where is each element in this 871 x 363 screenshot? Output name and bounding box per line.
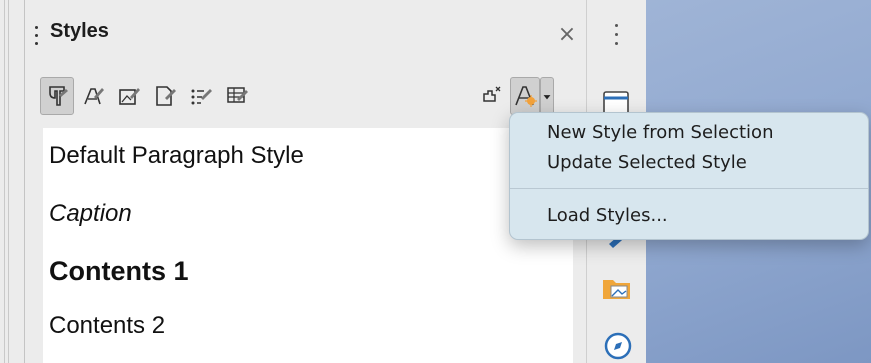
fill-format-mode-button[interactable] (474, 77, 508, 115)
paragraph-styles-button[interactable] (40, 77, 74, 115)
panel-divider (24, 0, 25, 363)
page-styles-icon (156, 86, 176, 106)
close-button[interactable]: × (556, 24, 578, 46)
menu-item-update-selected-style[interactable]: Update Selected Style (547, 152, 747, 173)
navigator-icon[interactable] (601, 329, 635, 363)
list-item[interactable]: Contents 1 (49, 256, 189, 287)
list-styles-button[interactable] (184, 77, 218, 115)
list-styles-icon (191, 89, 212, 105)
edge-line (8, 0, 9, 363)
styles-actions-icon (515, 86, 537, 107)
menu-separator (510, 188, 868, 189)
panel-title: Styles (50, 20, 109, 42)
list-item[interactable]: Default Paragraph Style (49, 142, 304, 170)
page-styles-button[interactable] (148, 77, 182, 115)
table-styles-icon (227, 87, 248, 103)
deck-menu-icon[interactable] (610, 24, 622, 52)
menu-item-load-styles[interactable]: Load Styles... (547, 205, 668, 226)
frame-styles-button[interactable] (112, 77, 146, 115)
styles-actions-menu: New Style from Selection Update Selected… (509, 112, 869, 240)
gallery-icon[interactable] (600, 271, 634, 305)
paragraph-styles-icon (49, 86, 68, 106)
character-styles-icon (84, 88, 104, 105)
fill-format-mode-icon (483, 86, 501, 102)
list-item[interactable]: Contents 2 (49, 312, 165, 340)
window-edge (0, 0, 24, 363)
styles-actions-button[interactable] (510, 77, 540, 115)
styles-actions-dropdown[interactable] (540, 77, 554, 115)
frame-styles-icon (119, 88, 140, 105)
styles-list: Default Paragraph Style Caption Contents… (43, 128, 573, 363)
table-styles-button[interactable] (220, 77, 254, 115)
menu-item-new-style-from-selection[interactable]: New Style from Selection (547, 122, 773, 143)
edge-line (4, 0, 5, 363)
list-item[interactable]: Caption (49, 200, 132, 228)
dropdown-arrow-icon (543, 95, 551, 100)
panel-grip-icon[interactable] (35, 26, 39, 54)
character-styles-button[interactable] (76, 77, 110, 115)
